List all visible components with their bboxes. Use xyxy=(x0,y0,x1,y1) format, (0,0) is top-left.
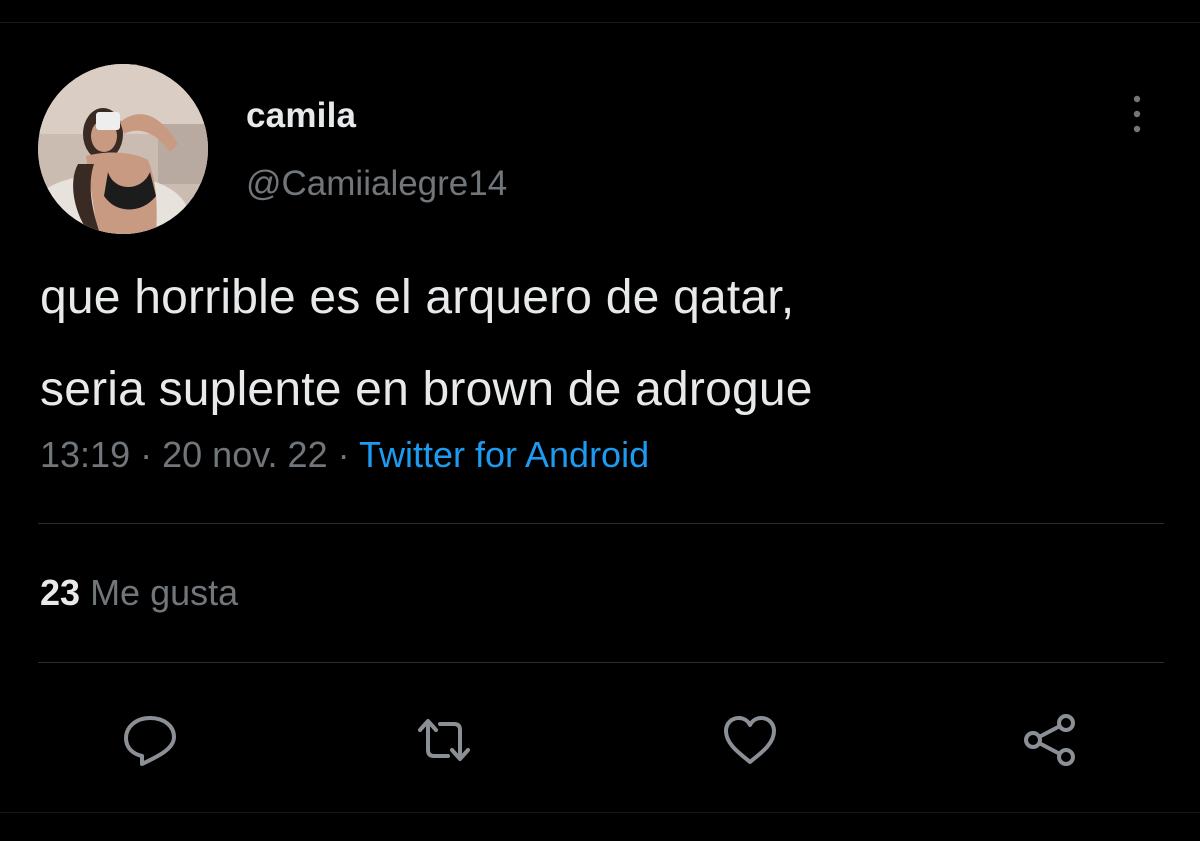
like-button[interactable] xyxy=(720,710,780,770)
likes-summary[interactable]: 23 Me gusta xyxy=(40,572,238,614)
tweet-time[interactable]: 13:19 xyxy=(40,434,130,475)
avatar[interactable] xyxy=(38,64,208,234)
author-handle[interactable]: @Camiialegre14 xyxy=(246,164,507,204)
tweet-metadata: 13:19 · 20 nov. 22 · Twitter for Android xyxy=(40,434,649,476)
meta-separator: · xyxy=(337,434,350,475)
retweet-icon xyxy=(418,719,470,761)
likes-label: Me gusta xyxy=(90,572,239,613)
divider xyxy=(38,662,1164,663)
top-divider xyxy=(0,22,1200,23)
tweet-text: que horrible es el arquero de qatar, ser… xyxy=(40,252,1170,436)
tweet-source-link[interactable]: Twitter for Android xyxy=(359,434,649,475)
tweet-date[interactable]: 20 nov. 22 xyxy=(162,434,327,475)
heart-icon xyxy=(724,716,776,764)
share-button[interactable] xyxy=(1020,710,1080,770)
more-vertical-icon xyxy=(1133,95,1141,133)
retweet-button[interactable] xyxy=(414,710,474,770)
divider xyxy=(38,523,1164,524)
more-options-button[interactable] xyxy=(1117,92,1157,138)
tweet-text-line: que horrible es el arquero de qatar, xyxy=(40,271,795,324)
meta-separator: · xyxy=(140,434,153,475)
bottom-divider xyxy=(0,812,1200,813)
reply-icon xyxy=(124,716,176,766)
share-icon xyxy=(1024,714,1075,766)
avatar-photo xyxy=(38,64,208,234)
author-display-name[interactable]: camila xyxy=(246,96,356,136)
tweet-text-line: seria suplente en brown de adrogue xyxy=(40,363,813,416)
reply-button[interactable] xyxy=(120,710,180,770)
likes-count: 23 xyxy=(40,572,81,613)
